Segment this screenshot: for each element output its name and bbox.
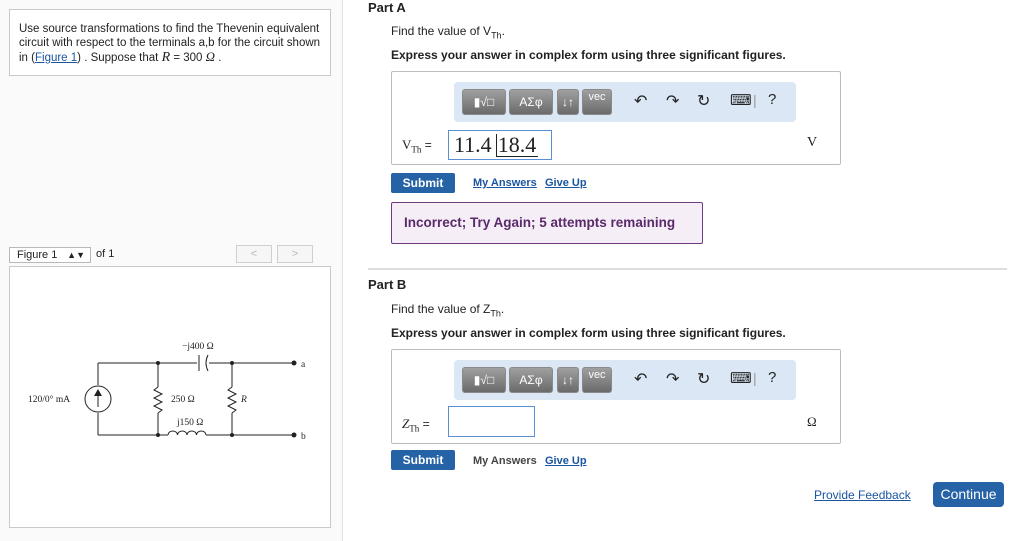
separator: |: [753, 92, 757, 108]
ohm-unit: Ω: [205, 49, 216, 64]
part-b-label: ZTh =: [402, 416, 430, 434]
resistor-250: [152, 386, 164, 414]
problem-statement: Use source transformations to find the T…: [9, 9, 331, 76]
r-label: R: [240, 395, 247, 405]
part-a-answer-box: ▮√□ ΑΣφ ↓↑ vec ↶ ↷ ↻ ⌨ | ? VTh = 11.4 18.…: [391, 71, 841, 165]
capacitor-plate-right: [205, 354, 209, 372]
part-a-answer-input[interactable]: 11.4 18.4: [448, 130, 552, 160]
answer-angle: 18.4: [497, 132, 537, 157]
figure-link[interactable]: Figure 1: [35, 52, 77, 64]
part-a-prompt-sub: Th: [491, 30, 502, 41]
separator: |: [753, 370, 757, 386]
part-a-instruction: Express your answer in complex form usin…: [391, 48, 786, 62]
part-b-give-up-link[interactable]: Give Up: [545, 455, 587, 467]
part-a-unit: V: [807, 135, 818, 150]
figure-select[interactable]: Figure 1 ▲▼: [9, 247, 91, 263]
help-icon[interactable]: ?: [768, 369, 776, 386]
undo-icon[interactable]: ↶: [634, 369, 647, 389]
part-b-prompt-sub: Th: [490, 308, 501, 319]
undo-icon[interactable]: ↶: [634, 91, 647, 111]
feedback-message: Incorrect; Try Again; 5 attempts remaini…: [391, 202, 703, 244]
keyboard-icon[interactable]: ⌨: [730, 91, 752, 109]
terminal-b-label: b: [301, 432, 306, 442]
vec-button[interactable]: vec: [582, 367, 612, 393]
part-b-prompt: Find the value of ZTh.: [391, 302, 504, 318]
part-b-answer-input[interactable]: [448, 406, 535, 437]
vec-button[interactable]: vec: [582, 89, 612, 115]
part-b-label-sub: Th: [409, 423, 420, 434]
angle-symbol: 18.4: [495, 132, 539, 157]
continue-button[interactable]: Continue: [933, 482, 1004, 507]
part-a-prompt-text: Find the value of V: [391, 24, 492, 38]
terminal-b-dot: [291, 432, 297, 438]
redo-icon[interactable]: ↷: [666, 369, 679, 389]
terminal-a-label: a: [301, 360, 306, 370]
part-a-label-sub: Th: [411, 144, 422, 155]
templates-button[interactable]: ▮√□: [462, 89, 506, 115]
inductor-coil: [167, 430, 207, 436]
resistor-r: [226, 386, 238, 414]
updown-button[interactable]: ↓↑: [557, 89, 579, 115]
part-a-label-text: V: [402, 137, 412, 152]
part-a-my-answers-link[interactable]: My Answers: [473, 177, 537, 189]
select-arrows-icon: ▲▼: [67, 250, 85, 260]
part-b-prompt-text: Find the value of Z: [391, 302, 491, 316]
problem-equals: = 300: [170, 52, 206, 64]
keyboard-icon[interactable]: ⌨: [730, 369, 752, 387]
figure-count: of 1: [96, 248, 115, 260]
part-a-submit-button[interactable]: Submit: [391, 173, 455, 193]
help-icon[interactable]: ?: [768, 91, 776, 108]
part-a-prompt-end: .: [501, 24, 505, 38]
reset-icon[interactable]: ↻: [697, 91, 710, 111]
part-b-instruction: Express your answer in complex form usin…: [391, 326, 786, 340]
templates-button[interactable]: ▮√□: [462, 367, 506, 393]
problem-end: .: [215, 52, 222, 64]
part-b-toolbar: ▮√□ ΑΣφ ↓↑ vec ↶ ↷ ↻ ⌨ | ?: [454, 360, 796, 400]
part-b-answer-box: ▮√□ ΑΣφ ↓↑ vec ↶ ↷ ↻ ⌨ | ? ZTh = Ω: [391, 349, 841, 444]
part-b-unit: Ω: [807, 414, 817, 429]
part-b-equals: =: [419, 417, 430, 431]
part-a-label: VTh =: [402, 137, 432, 155]
part-a-prompt: Find the value of VTh.: [391, 24, 505, 40]
answer-magnitude: 11.4: [454, 132, 492, 157]
figure-nav-bar: Figure 1 ▲▼ of 1 < >: [9, 244, 331, 266]
part-b-prompt-end: .: [500, 302, 505, 316]
prev-figure-button[interactable]: <: [236, 245, 272, 263]
part-b-my-answers-text: My Answers: [473, 455, 537, 467]
part-b-submit-button[interactable]: Submit: [391, 450, 455, 470]
next-figure-button[interactable]: >: [277, 245, 313, 263]
updown-button[interactable]: ↓↑: [557, 367, 579, 393]
problem-text-2: ) . Suppose that: [77, 52, 162, 64]
greek-button[interactable]: ΑΣφ: [509, 367, 553, 393]
reset-icon[interactable]: ↻: [697, 369, 710, 389]
inductor-label: j150 Ω: [176, 418, 203, 428]
part-a-title: Part A: [368, 0, 406, 15]
part-divider: [368, 268, 1007, 270]
r250-label: 250 Ω: [171, 395, 195, 405]
part-a-toolbar: ▮√□ ΑΣφ ↓↑ vec ↶ ↷ ↻ ⌨ | ?: [454, 82, 796, 122]
greek-button[interactable]: ΑΣφ: [509, 89, 553, 115]
provide-feedback-link[interactable]: Provide Feedback: [814, 488, 911, 502]
figure-panel: 120/0° mA −j400 Ω 250 Ω R j150 Ω a b: [9, 266, 331, 528]
part-a-equals: =: [421, 138, 432, 152]
part-a-give-up-link[interactable]: Give Up: [545, 177, 587, 189]
source-label: 120/0° mA: [28, 394, 70, 405]
resistor-variable: R: [161, 50, 171, 65]
capacitor-label: −j400 Ω: [182, 342, 214, 352]
part-b-title: Part B: [368, 277, 407, 292]
terminal-a-dot: [291, 360, 297, 366]
figure-select-value: Figure 1: [17, 249, 58, 261]
circuit-diagram: 120/0° mA −j400 Ω 250 Ω R j150 Ω a b: [28, 342, 306, 442]
redo-icon[interactable]: ↷: [666, 91, 679, 111]
source-arrow-icon: [94, 389, 102, 396]
